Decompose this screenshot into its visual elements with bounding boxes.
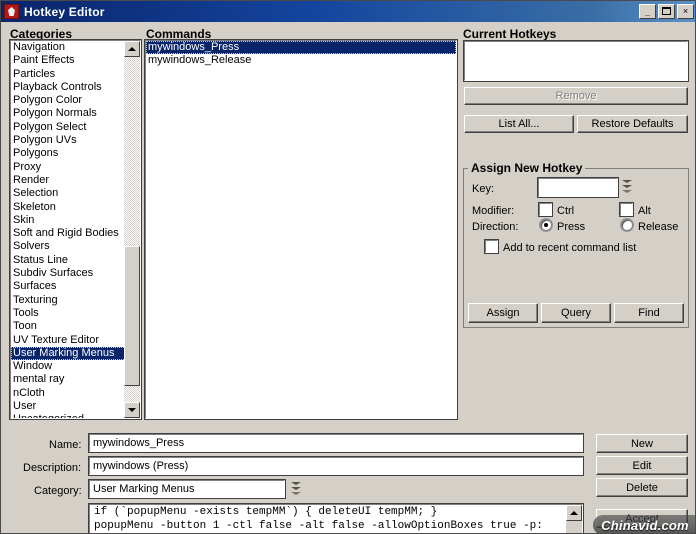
assign-button[interactable]: Assign — [468, 303, 538, 323]
category-list-item[interactable]: Soft and Rigid Bodies — [11, 227, 140, 240]
code-lines: if (`popupMenu -exists tempMM`) { delete… — [90, 505, 582, 533]
release-radio[interactable] — [621, 219, 633, 231]
category-list-item[interactable]: User Marking Menus — [11, 346, 140, 361]
remove-button[interactable]: Remove — [464, 87, 688, 105]
press-radio[interactable] — [540, 219, 552, 231]
category-list-item[interactable]: Navigation — [11, 41, 140, 54]
description-input[interactable]: mywindows (Press) — [88, 456, 584, 476]
category-list-item[interactable]: Particles — [11, 68, 140, 81]
category-list-item[interactable]: Render — [11, 174, 140, 187]
alt-checkbox[interactable] — [619, 202, 634, 217]
chevron-up-icon — [128, 47, 136, 51]
category-list-item[interactable]: Polygon UVs — [11, 134, 140, 147]
category-list-item[interactable]: Selection — [11, 187, 140, 200]
category-list-item[interactable]: Window — [11, 360, 140, 373]
category-list-item[interactable]: mental ray — [11, 373, 140, 386]
categories-label: Categories — [10, 27, 73, 41]
category-label: Category: — [34, 485, 82, 497]
close-icon: × — [682, 6, 689, 16]
new-button[interactable]: New — [596, 434, 688, 453]
title-bar[interactable]: Hotkey Editor _ × — [1, 1, 695, 22]
delete-button[interactable]: Delete — [596, 478, 688, 497]
commands-listbox[interactable]: mywindows_Press mywindows_Release — [144, 39, 458, 420]
assign-new-hotkey-title: Assign New Hotkey — [468, 161, 586, 175]
command-list-item[interactable]: mywindows_Release — [146, 54, 456, 67]
close-button[interactable]: × — [677, 4, 694, 19]
direction-label: Direction: — [472, 221, 519, 233]
category-list-item[interactable]: Polygon Normals — [11, 107, 140, 120]
category-list-item[interactable]: Proxy — [11, 161, 140, 174]
code-scrollbar[interactable] — [566, 505, 582, 533]
category-list-item[interactable]: Polygons — [11, 147, 140, 160]
category-list-item[interactable]: Paint Effects — [11, 54, 140, 67]
query-button[interactable]: Query — [541, 303, 611, 323]
code-line: if (`popupMenu -exists tempMM`) { delete… — [94, 506, 438, 518]
chevron-up-icon — [570, 511, 578, 515]
ctrl-checkbox[interactable] — [538, 202, 553, 217]
commands-label: Commands — [146, 27, 212, 41]
code-line: popupMenu -button 1 -ctl false -alt fals… — [94, 520, 543, 532]
command-code-area[interactable]: if (`popupMenu -exists tempMM`) { delete… — [88, 503, 584, 533]
key-input[interactable] — [537, 177, 619, 198]
description-label: Description: — [23, 462, 82, 474]
category-spinner-icon[interactable] — [290, 480, 303, 499]
add-recent-checkbox[interactable] — [484, 239, 499, 254]
name-input[interactable]: mywindows_Press — [88, 433, 584, 453]
minimize-icon: _ — [644, 7, 650, 17]
hotkey-editor-window: Hotkey Editor _ × Categories Navigation P… — [0, 0, 696, 534]
minimize-button[interactable]: _ — [639, 4, 656, 19]
code-scroll-up-button[interactable] — [566, 505, 582, 521]
command-list-item[interactable]: mywindows_Press — [146, 41, 456, 55]
maximize-button[interactable] — [658, 4, 675, 19]
category-list-item[interactable]: Texturing — [11, 294, 140, 307]
category-list-item[interactable]: Surfaces — [11, 280, 140, 293]
current-hotkeys-label: Current Hotkeys — [463, 27, 557, 41]
accept-button[interactable]: Accept — [596, 509, 688, 528]
category-list-item[interactable]: Toon — [11, 320, 140, 333]
key-label: Key: — [472, 183, 495, 195]
release-label: Release — [638, 221, 679, 233]
list-all-button[interactable]: List All... — [464, 115, 574, 133]
current-hotkeys-listbox[interactable] — [463, 40, 689, 82]
category-list-item[interactable]: Solvers — [11, 240, 140, 253]
current-hotkeys-list[interactable] — [465, 42, 687, 80]
restore-defaults-button[interactable]: Restore Defaults — [577, 115, 688, 133]
press-label: Press — [557, 221, 586, 233]
commands-list[interactable]: mywindows_Press mywindows_Release — [146, 41, 456, 418]
category-list-item[interactable]: UV Texture Editor — [11, 334, 140, 347]
add-recent-label: Add to recent command list — [503, 242, 637, 254]
edit-button[interactable]: Edit — [596, 456, 688, 475]
scroll-up-button[interactable] — [124, 41, 140, 57]
category-list-item[interactable]: Playback Controls — [11, 81, 140, 94]
app-icon — [4, 4, 19, 19]
category-list-item[interactable]: Polygon Select — [11, 121, 140, 134]
categories-list[interactable]: Navigation Paint Effects Particles Playback… — [11, 41, 140, 418]
key-spinner-icon[interactable] — [621, 178, 634, 197]
category-list-item[interactable]: Skeleton — [11, 201, 140, 214]
scrollbar-thumb[interactable] — [124, 246, 140, 386]
category-list-item[interactable]: Tools — [11, 307, 140, 320]
name-label: Name: — [49, 439, 82, 451]
category-list-item[interactable]: User — [11, 400, 140, 413]
categories-scrollbar[interactable] — [124, 41, 140, 418]
maximize-icon — [662, 7, 671, 15]
category-list-item[interactable]: Status Line — [11, 254, 140, 267]
alt-label: Alt — [638, 205, 651, 217]
category-list-item[interactable]: Skin — [11, 214, 140, 227]
category-list-item[interactable]: nCloth — [11, 387, 140, 400]
category-list-item[interactable]: Subdiv Surfaces — [11, 267, 140, 280]
category-list-item[interactable]: Polygon Color — [11, 94, 140, 107]
window-controls: _ × — [639, 4, 694, 19]
find-button[interactable]: Find — [614, 303, 684, 323]
modifier-label: Modifier: — [472, 205, 515, 217]
categories-listbox[interactable]: Navigation Paint Effects Particles Playback… — [9, 39, 142, 420]
scroll-down-button[interactable] — [124, 402, 140, 418]
chevron-down-icon — [128, 408, 136, 412]
category-list-item[interactable]: Uncategorized — [11, 413, 140, 418]
category-input[interactable]: User Marking Menus — [88, 479, 286, 499]
window-title: Hotkey Editor — [24, 4, 105, 19]
ctrl-label: Ctrl — [557, 205, 575, 217]
